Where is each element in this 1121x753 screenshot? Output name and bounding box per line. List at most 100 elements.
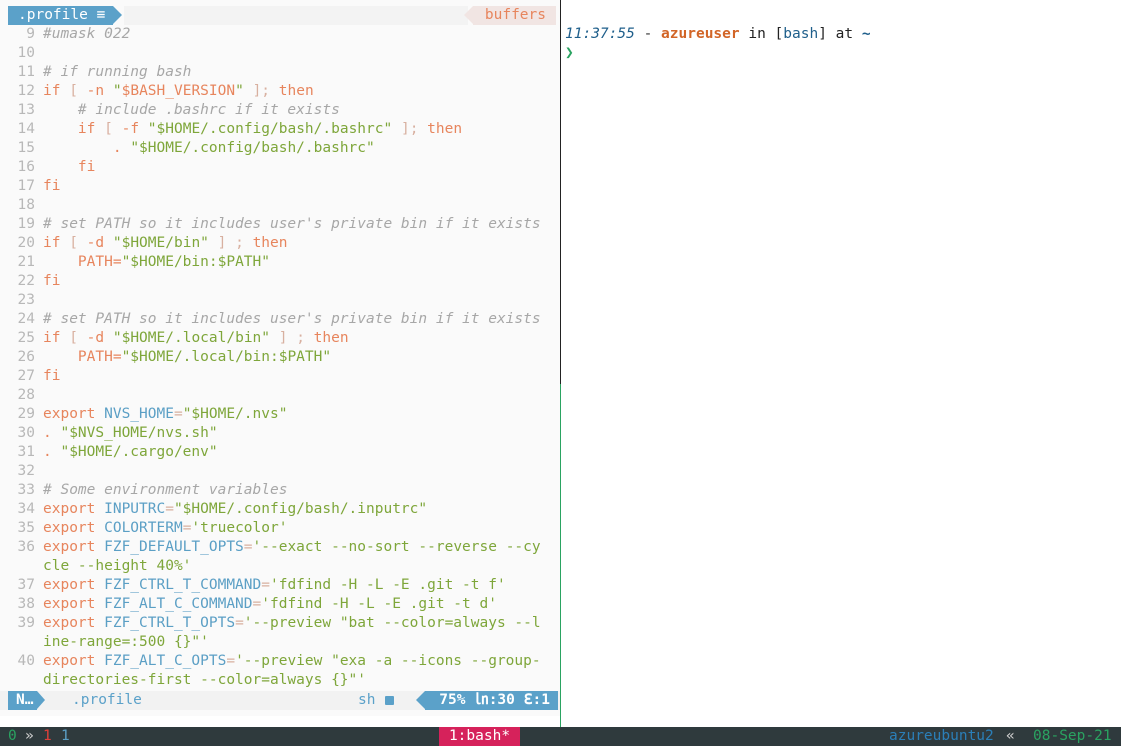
prompt-chevron-icon: ❯ bbox=[565, 45, 574, 61]
prompt-in: in bbox=[739, 26, 775, 42]
tmux-window-count: 1 bbox=[61, 728, 70, 744]
code-token: fi bbox=[43, 368, 61, 384]
code-line[interactable]: 18 bbox=[0, 196, 560, 215]
code-line[interactable]: 19 # set PATH so it includes user's priva… bbox=[0, 215, 560, 234]
code-line[interactable]: 30. "$NVS_HOME/nvs.sh" bbox=[0, 424, 560, 443]
code-line[interactable]: 31. "$HOME/.cargo/env" bbox=[0, 443, 560, 462]
code-line[interactable]: ine-range=:500 {}"' bbox=[0, 633, 560, 652]
statusline-filetype: sh bbox=[358, 692, 376, 708]
code-token: fi bbox=[43, 273, 61, 289]
buffers-label: buffers bbox=[463, 6, 556, 25]
code-token: ine-range=:500 {}"' bbox=[43, 634, 209, 650]
code-token: if bbox=[43, 121, 96, 137]
tmux-session[interactable]: 0 bbox=[8, 727, 17, 746]
code-line[interactable]: 27 fi bbox=[0, 367, 560, 386]
vim-statusline: N… .profile sh 75% ㏑:30 ℇ:1 bbox=[0, 691, 560, 710]
code-token: [ bbox=[60, 83, 87, 99]
code-line[interactable]: 21 PATH="$HOME/bin:$PATH" bbox=[0, 253, 560, 272]
code-line[interactable]: directories-first --color=always {}"' bbox=[0, 671, 560, 690]
code-line[interactable]: 40 export FZF_ALT_C_OPTS='--preview "exa … bbox=[0, 652, 560, 671]
line-number: 15 bbox=[17, 140, 35, 156]
code-line[interactable]: 10 bbox=[0, 44, 560, 63]
code-line[interactable]: 12 if [ -n "$BASH_VERSION" ]; then bbox=[0, 82, 560, 101]
code-line[interactable]: 39 export FZF_CTRL_T_OPTS='--preview "bat… bbox=[0, 614, 560, 633]
line-number: 23 bbox=[17, 292, 35, 308]
code-line[interactable]: 24 # set PATH so it includes user's priva… bbox=[0, 310, 560, 329]
code-line[interactable]: 13 # include .bashrc if it exists bbox=[0, 101, 560, 120]
terminal-pane[interactable]: 11:37:55 - azureuser in [bash] at ~ ❯ bbox=[561, 0, 1121, 727]
code-line[interactable]: 25 if [ -d "$HOME/.local/bin" ] ; then bbox=[0, 329, 560, 348]
code-line[interactable]: 37 export FZF_CTRL_T_COMMAND='fdfind -H -… bbox=[0, 576, 560, 595]
code-line[interactable]: 29 export NVS_HOME="$HOME/.nvs" bbox=[0, 405, 560, 424]
line-number: 32 bbox=[17, 463, 35, 479]
line-number: 33 bbox=[17, 482, 35, 498]
code-token: [ bbox=[60, 330, 87, 346]
code-token: -f bbox=[121, 121, 140, 137]
code-line[interactable]: 20 if [ -d "$HOME/bin" ] ; then bbox=[0, 234, 560, 253]
code-token: export bbox=[43, 539, 105, 555]
code-token: "$HOME/bin:$PATH" bbox=[121, 254, 270, 270]
code-token: ]; bbox=[392, 121, 428, 137]
code-line[interactable]: 14 if [ -f "$HOME/.config/bash/.bashrc" … bbox=[0, 120, 560, 139]
code-line[interactable]: 33 # Some environment variables bbox=[0, 481, 560, 500]
code-token: export bbox=[43, 406, 105, 422]
editor-pane[interactable]: .profile ≡ buffers 9 #umask 022 10 11 # if r… bbox=[0, 0, 560, 716]
code-token: PATH= bbox=[43, 349, 122, 365]
code-token: "$HOME/.local/bin" bbox=[104, 330, 271, 346]
code-token: = bbox=[173, 406, 183, 422]
code-token: = bbox=[252, 596, 262, 612]
code-line[interactable]: 16 fi bbox=[0, 158, 560, 177]
code-line[interactable]: 36 export FZF_DEFAULT_OPTS='--exact --no-… bbox=[0, 538, 560, 557]
line-number: 16 bbox=[17, 159, 35, 175]
code-line[interactable]: 22 fi bbox=[0, 272, 560, 291]
line-number: 11 bbox=[17, 64, 35, 80]
line-number: 36 bbox=[17, 539, 35, 555]
code-line[interactable]: 35 export COLORTERM='truecolor' bbox=[0, 519, 560, 538]
line-number: 29 bbox=[17, 406, 35, 422]
line-number: 25 bbox=[17, 330, 35, 346]
code-line[interactable]: 38 export FZF_ALT_C_COMMAND='fdfind -H -L… bbox=[0, 595, 560, 614]
code-line[interactable]: cle --height 40%' bbox=[0, 557, 560, 576]
code-line[interactable]: 23 bbox=[0, 291, 560, 310]
code-token: '--preview "bat --color=always --l bbox=[243, 615, 541, 631]
code-token: COLORTERM bbox=[104, 520, 183, 536]
prompt-info-line: 11:37:55 - azureuser in [bash] at ~ bbox=[565, 25, 871, 44]
prompt-input-line[interactable]: ❯ bbox=[565, 44, 871, 63]
line-number: 35 bbox=[17, 520, 35, 536]
code-token: PATH= bbox=[43, 254, 122, 270]
code-line[interactable]: 15 . "$HOME/.config/bash/.bashrc" bbox=[0, 139, 560, 158]
prompt-at: at bbox=[826, 26, 862, 42]
code-token: ] ; bbox=[208, 235, 253, 251]
code-token: ]; bbox=[243, 83, 279, 99]
code-token: -d bbox=[86, 235, 105, 251]
cursor-position: 75% ㏑:30 ℇ:1 bbox=[416, 691, 558, 710]
code-line[interactable]: 17 fi bbox=[0, 177, 560, 196]
code-token: # Some environment variables bbox=[43, 482, 288, 498]
tabline-fill bbox=[124, 6, 468, 25]
code-token: NVS_HOME bbox=[104, 406, 174, 422]
code-token: [ bbox=[95, 121, 122, 137]
shell-output[interactable]: 11:37:55 - azureuser in [bash] at ~ ❯ bbox=[565, 25, 871, 63]
code-token: if bbox=[43, 83, 61, 99]
code-token: INPUTRC bbox=[104, 501, 166, 517]
code-token: . bbox=[43, 425, 61, 441]
code-token: export bbox=[43, 615, 105, 631]
line-number: 24 bbox=[17, 311, 35, 327]
code-line[interactable]: 32 bbox=[0, 462, 560, 481]
code-line[interactable]: 9 #umask 022 bbox=[0, 25, 560, 44]
tmux-hostname: azureubuntu2 bbox=[889, 728, 994, 744]
code-token: = bbox=[226, 653, 236, 669]
code-line[interactable]: 11 # if running bash bbox=[0, 63, 560, 82]
code-token: 'fdfind -H -L -E .git -t d' bbox=[261, 596, 497, 612]
code-line[interactable]: 28 bbox=[0, 386, 560, 405]
code-token: -d bbox=[86, 330, 105, 346]
tmux-window-tab[interactable]: 1:bash* bbox=[439, 727, 520, 746]
code-token: . bbox=[43, 444, 61, 460]
code-token: export bbox=[43, 520, 105, 536]
code-editor[interactable]: 9 #umask 022 10 11 # if running bash 12 if [ -… bbox=[0, 25, 560, 690]
code-line[interactable]: 26 PATH="$HOME/.local/bin:$PATH" bbox=[0, 348, 560, 367]
line-number: 18 bbox=[17, 197, 35, 213]
code-line[interactable]: 34 export INPUTRC="$HOME/.config/bash/.in… bbox=[0, 500, 560, 519]
code-token: = bbox=[165, 501, 174, 517]
tab-profile[interactable]: .profile ≡ bbox=[8, 6, 123, 25]
